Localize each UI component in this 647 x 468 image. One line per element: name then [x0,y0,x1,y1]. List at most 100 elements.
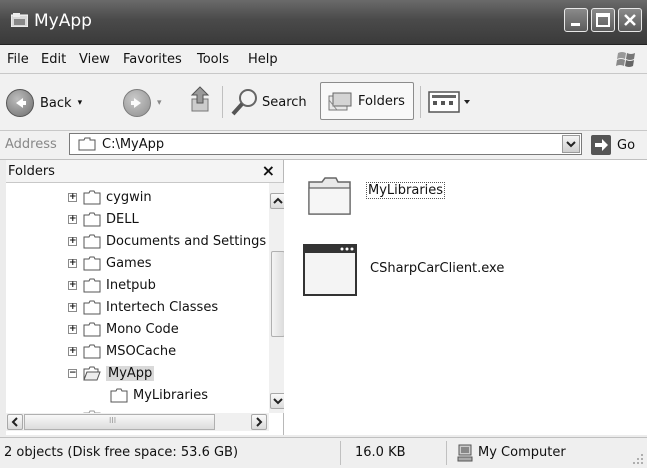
menu-tools[interactable]: Tools [197,52,229,67]
tree-item-intertech-classes[interactable]: + Intertech Classes [68,297,218,318]
close-icon[interactable]: × [262,161,275,180]
menu-edit[interactable]: Edit [41,52,66,67]
address-label: Address [5,137,57,152]
folders-pane-header: Folders × [6,160,283,183]
up-folder-icon [190,86,210,112]
horizontal-scrollbar[interactable]: III [6,413,269,431]
expand-icon[interactable]: + [68,259,77,268]
tree-item-documents-and-settings[interactable]: + Documents and Settings [68,231,266,252]
file-label: CSharpCarClient.exe [370,260,505,276]
go-button[interactable]: Go [591,135,643,155]
windows-flag-icon [616,52,635,67]
title-bar[interactable]: MyApp [0,0,647,45]
close-button[interactable] [618,8,642,32]
search-label: Search [262,94,307,110]
status-location: My Computer [478,445,566,460]
expand-icon[interactable]: + [68,237,77,246]
forward-button[interactable]: ▾ [123,89,162,117]
resize-grip-icon[interactable] [631,452,645,466]
tree-item-label: cygwin [106,190,152,205]
tree-item-inetpub[interactable]: + Inetpub [68,275,156,296]
tree-item-mylibraries[interactable]: MyLibraries [110,385,208,406]
search-button[interactable]: Search [230,87,307,117]
open-folder-icon [83,366,101,381]
back-button[interactable]: Back ▾ [6,89,82,117]
back-dropdown-icon[interactable]: ▾ [78,98,83,108]
collapse-icon[interactable]: − [68,369,77,378]
chevron-right-icon [256,417,263,427]
menu-help[interactable]: Help [248,52,278,67]
file-label: MyLibraries [366,181,446,199]
expand-icon[interactable]: + [68,193,77,202]
explorer-window: MyApp File Edit View Favorites Tools Hel… [0,0,647,468]
address-value: C:\MyApp [102,137,165,152]
up-folder-button[interactable] [188,85,214,115]
folder-icon [83,212,101,227]
tree-item-label: DELL [106,212,139,227]
close-icon [624,14,636,26]
menu-bar: File Edit View Favorites Tools Help [0,45,647,74]
status-size: 16.0 KB [355,445,406,460]
expand-icon[interactable]: + [68,325,77,334]
tree-item-mono-code[interactable]: + Mono Code [68,319,179,340]
menu-file[interactable]: File [7,52,29,67]
toolbar-separator [420,86,421,118]
tree-item-label: MyLibraries [133,388,209,403]
tree-item-dell[interactable]: + DELL [68,209,139,230]
tree-item-msocache[interactable]: + MSOCache [68,341,176,362]
address-field[interactable]: C:\MyApp [69,133,582,155]
folders-label: Folders [358,94,405,109]
status-divider [340,441,341,465]
file-item-csharpcarclient[interactable]: CSharpCarClient.exe [302,243,504,299]
folder-icon [110,388,128,403]
window-title: MyApp [34,11,92,31]
scroll-left-button[interactable] [7,414,23,430]
folder-icon [78,137,96,151]
folders-pane-title: Folders [8,164,55,179]
forward-dropdown-icon[interactable]: ▾ [157,98,162,108]
tree-item-games[interactable]: + Games [68,253,151,274]
file-list: MyLibraries CSharpCarClient.exe [284,160,647,435]
address-bar: Address C:\MyApp Go [0,131,647,160]
tree-item-label: Intertech Classes [106,300,219,315]
menu-favorites[interactable]: Favorites [123,52,182,67]
tree-item-label: MyApp [106,366,155,381]
folders-pane: Folders × + cygwin + DELL + Documents an… [6,160,287,435]
status-objects: 2 objects (Disk free space: 53.6 GB) [4,445,239,460]
status-divider [446,441,447,465]
menu-view[interactable]: View [79,52,110,67]
tree-item-label: Games [106,256,152,271]
minimize-icon [571,23,580,26]
address-dropdown-button[interactable] [562,135,580,153]
file-item-mylibraries[interactable]: MyLibraries [306,172,446,220]
expand-icon[interactable]: + [68,303,77,312]
folders-icon [328,92,352,111]
expand-icon[interactable]: + [68,215,77,224]
folder-icon [308,177,351,215]
tree-item-cygwin[interactable]: + cygwin [68,187,152,208]
chevron-down-icon [273,398,283,405]
maximize-button[interactable] [591,8,615,32]
horizontal-scroll-thumb[interactable]: III [24,414,215,430]
views-button[interactable] [428,90,478,114]
tree-item-label: Mono Code [106,322,179,337]
tree-item-label: Inetpub [106,278,156,293]
maximize-icon [596,13,610,27]
forward-arrow-icon [123,89,151,117]
minimize-button[interactable] [564,8,588,32]
folder-icon [83,322,101,337]
folder-icon [83,278,101,293]
go-arrow-icon [591,135,611,155]
views-icon [428,91,470,113]
tree-item-label: Documents and Settings [106,234,267,249]
expand-icon[interactable]: + [68,281,77,290]
scroll-right-button[interactable] [251,414,267,430]
folders-button[interactable]: Folders [320,82,414,120]
folder-icon [83,344,101,359]
back-arrow-icon [6,89,34,117]
expand-icon[interactable]: + [68,347,77,356]
tree-item-myapp[interactable]: − MyApp [68,363,155,384]
vertical-scroll-thumb[interactable] [271,251,285,337]
folder-tree: + cygwin + DELL + Documents and Settings… [6,183,268,413]
toolbar-separator [222,86,223,118]
